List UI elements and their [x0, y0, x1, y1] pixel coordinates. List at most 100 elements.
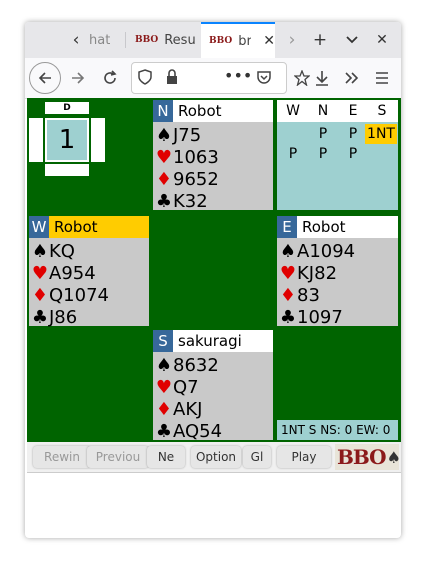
player-name: Robot: [302, 218, 346, 236]
bid-cell: P: [318, 146, 328, 162]
suit-row-clubs[interactable]: ♣ AQ54: [155, 420, 222, 442]
heart-icon: ♥: [155, 146, 173, 168]
bid-cell: P: [318, 126, 328, 142]
bid-cell: [367, 144, 397, 164]
tab-bar: ‹ hat BBO Resu BBO br ✕ › + ✕: [25, 22, 401, 58]
tab-3-active[interactable]: BBO br ✕: [201, 22, 275, 58]
previous-button[interactable]: Previou: [87, 446, 149, 468]
suit-row-clubs[interactable]: ♣ 1097: [279, 306, 343, 328]
cards: A1094: [297, 240, 356, 262]
suit-row-spades[interactable]: ♠ J75: [155, 124, 201, 146]
page-actions-icon[interactable]: •••: [224, 66, 252, 85]
arrow-right-icon: [72, 72, 85, 84]
gib-button[interactable]: Gl: [243, 446, 271, 468]
north-dealer-tab: D: [45, 102, 89, 114]
cards: KQ: [49, 240, 75, 262]
player-name: sakuragi: [178, 332, 242, 350]
club-icon: ♣: [155, 420, 173, 442]
bid-cell: P: [348, 126, 358, 142]
spade-icon: ♠: [155, 124, 173, 146]
cards: AKJ: [173, 398, 203, 420]
heart-icon: ♥: [279, 262, 297, 284]
suit-row-clubs[interactable]: ♣ K32: [155, 190, 208, 212]
cards: 83: [297, 284, 320, 306]
cards: KJ82: [297, 262, 338, 284]
next-button[interactable]: Ne: [147, 446, 185, 468]
play-button[interactable]: Play: [277, 446, 331, 468]
diamond-icon: ♦: [155, 168, 173, 190]
pocket-icon[interactable]: [256, 69, 272, 89]
auction-header-s: S: [377, 103, 387, 119]
south-tab: [45, 164, 89, 176]
east-hand: E Robot ♠ A1094 ♥ KJ82 ♦ 83 ♣ 1097: [277, 216, 398, 328]
diamond-icon: ♦: [31, 284, 49, 306]
hamburger-menu-icon[interactable]: [367, 63, 397, 93]
play-toolbar: Rewin Previou Ne Option Gl Play BBO ♠: [27, 442, 401, 473]
tab-close-icon[interactable]: ✕: [263, 33, 275, 49]
options-button[interactable]: Option: [191, 446, 241, 468]
suit-row-diamonds[interactable]: ♦ 83: [279, 284, 320, 306]
suit-row-spades[interactable]: ♠ KQ: [31, 240, 75, 262]
club-icon: ♣: [31, 306, 49, 328]
west-tab: [29, 118, 43, 162]
cards: J86: [49, 306, 78, 328]
contract-status: 1NT S NS: 0 EW: 0: [277, 420, 398, 440]
direction-badge: N: [153, 100, 173, 122]
suit-row-hearts[interactable]: ♥ Q7: [155, 376, 199, 398]
suit-row-spades[interactable]: ♠ 8632: [155, 354, 219, 376]
cards: A954: [49, 262, 96, 284]
board-indicator: D 1: [27, 100, 107, 180]
south-hand: S sakuragi ♠ 8632 ♥ Q7 ♦ AKJ ♣ AQ54: [153, 330, 273, 442]
club-icon: ♣: [155, 190, 173, 212]
suit-row-diamonds[interactable]: ♦ 9652: [155, 168, 219, 190]
downloads-icon[interactable]: [307, 63, 337, 93]
tab-2[interactable]: BBO Resu: [127, 22, 199, 58]
forward-button[interactable]: [63, 63, 93, 93]
east-tab: [91, 118, 105, 162]
suit-row-hearts[interactable]: ♥ KJ82: [279, 262, 337, 284]
diamond-icon: ♦: [279, 284, 297, 306]
tab-2-title: Resu: [164, 32, 196, 48]
suit-row-hearts[interactable]: ♥ A954: [31, 262, 96, 284]
suit-row-diamonds[interactable]: ♦ AKJ: [155, 398, 203, 420]
arrow-left-icon: [38, 72, 51, 84]
cards: J75: [173, 124, 202, 146]
cards: 9652: [173, 168, 219, 190]
west-hand: W Robot ♠ KQ ♥ A954 ♦ Q1074 ♣ J86: [29, 216, 149, 328]
direction-badge: S: [153, 330, 173, 352]
bid-cell-highlighted: 1NT: [365, 124, 397, 144]
shield-icon[interactable]: [138, 69, 152, 89]
rewind-button[interactable]: Rewin: [33, 446, 91, 468]
reload-button[interactable]: [95, 63, 125, 93]
north-hand: N Robot ♠ J75 ♥ 1063 ♦ 9652 ♣ K32: [153, 100, 273, 212]
bid-cell: P: [288, 146, 298, 162]
window-close-icon[interactable]: ✕: [367, 22, 397, 58]
lock-icon[interactable]: [166, 69, 178, 89]
cards: 8632: [173, 354, 219, 376]
overflow-menu-icon[interactable]: [337, 63, 367, 93]
auction-header-n: N: [317, 103, 329, 119]
heart-icon: ♥: [31, 262, 49, 284]
suit-row-spades[interactable]: ♠ A1094: [279, 240, 355, 262]
bid-cell: [278, 124, 308, 144]
suit-row-diamonds[interactable]: ♦ Q1074: [31, 284, 109, 306]
tab-scroll-left-icon[interactable]: ‹: [61, 22, 91, 58]
tab-1-title: hat: [89, 32, 111, 48]
suit-row-clubs[interactable]: ♣ J86: [31, 306, 77, 328]
player-name: Robot: [49, 216, 149, 238]
spade-icon: ♠: [155, 354, 173, 376]
bbo-favicon-icon: BBO: [209, 36, 233, 46]
suit-row-hearts[interactable]: ♥ 1063: [155, 146, 219, 168]
chevron-down-icon: [346, 36, 358, 44]
tab-scroll-right-icon[interactable]: ›: [277, 22, 307, 58]
back-button[interactable]: [29, 62, 61, 94]
new-tab-icon[interactable]: +: [305, 22, 335, 58]
board-number: 1: [45, 118, 89, 162]
bbo-logo-text: BBO: [337, 445, 387, 469]
spade-icon: ♠: [31, 240, 49, 262]
url-bar[interactable]: •••: [131, 62, 287, 94]
list-tabs-icon[interactable]: [337, 22, 367, 58]
cards: Q1074: [49, 284, 109, 306]
tab-1[interactable]: hat: [89, 22, 123, 58]
bbo-logo: BBO ♠: [335, 444, 401, 470]
